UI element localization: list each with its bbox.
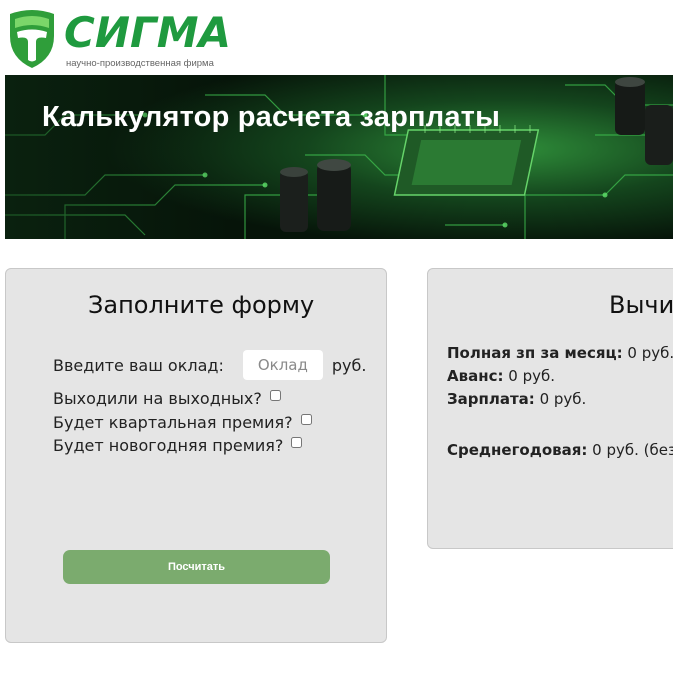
- form-title: Заполните форму: [88, 291, 315, 319]
- salary-result-value: 0 руб.: [539, 390, 587, 408]
- full-month-label: Полная зп за месяц:: [447, 344, 623, 362]
- yearly-average-value: 0 руб. (без у: [592, 441, 673, 459]
- yearly-average-result: Среднегодовая: 0 руб. (без у: [447, 441, 673, 459]
- circuit-board-image: [5, 75, 673, 239]
- weekend-checkbox[interactable]: [269, 390, 281, 401]
- salary-row: Введите ваш оклад: руб.: [53, 350, 366, 380]
- full-month-value: 0 руб.: [627, 344, 673, 362]
- new-year-bonus-row: Будет новогодняя премия?: [53, 436, 303, 455]
- salary-result: Зарплата: 0 руб.: [447, 390, 586, 408]
- salary-result-label: Зарплата:: [447, 390, 535, 408]
- logo-subtitle: научно-производственная фирма: [66, 58, 214, 69]
- hero-banner: Калькулятор расчета зарплаты: [5, 75, 673, 239]
- results-panel: Вычи Полная зп за месяц: 0 руб. Аванс: 0…: [427, 268, 673, 549]
- salary-input[interactable]: [242, 350, 323, 380]
- shield-logo-icon: [10, 10, 54, 68]
- currency-label: руб.: [331, 355, 367, 375]
- quarterly-bonus-label: Будет квартальная премия?: [53, 413, 293, 432]
- page-title: Калькулятор расчета зарплаты: [42, 101, 501, 133]
- logo-wordmark: СИГМА: [64, 8, 232, 57]
- weekend-label: Выходили на выходных?: [53, 389, 262, 408]
- weekend-row: Выходили на выходных?: [53, 389, 281, 408]
- full-month-result: Полная зп за месяц: 0 руб.: [447, 344, 673, 362]
- calculate-button[interactable]: Посчитать: [63, 550, 330, 584]
- quarterly-bonus-checkbox[interactable]: [300, 414, 312, 425]
- company-logo[interactable]: СИГМА научно-производственная фирма: [6, 8, 256, 70]
- form-panel: Заполните форму Введите ваш оклад: руб. …: [5, 268, 387, 643]
- salary-label: Введите ваш оклад:: [53, 355, 224, 375]
- advance-label: Аванс:: [447, 367, 504, 385]
- advance-result: Аванс: 0 руб.: [447, 367, 555, 385]
- quarterly-bonus-row: Будет квартальная премия?: [53, 413, 312, 432]
- new-year-bonus-checkbox[interactable]: [291, 437, 303, 448]
- advance-value: 0 руб.: [508, 367, 555, 385]
- yearly-average-label: Среднегодовая:: [447, 441, 588, 459]
- results-title: Вычи: [609, 291, 673, 319]
- new-year-bonus-label: Будет новогодняя премия?: [53, 436, 284, 455]
